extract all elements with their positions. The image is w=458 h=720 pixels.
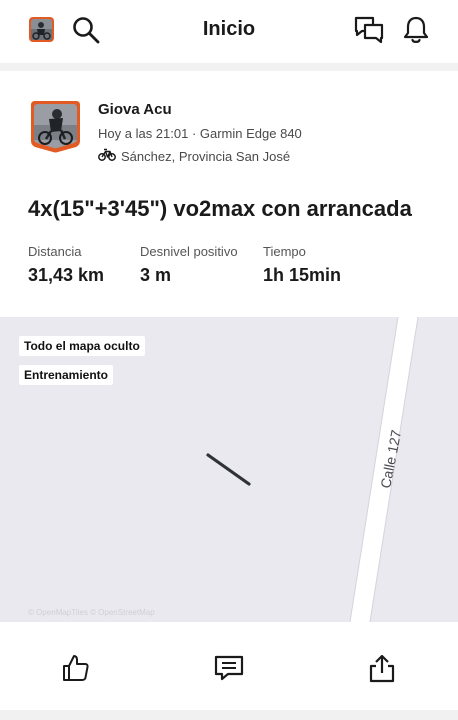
thumbs-up-icon[interactable]	[60, 652, 92, 684]
activity-title[interactable]: 4x(15"+3'45") vo2max con arrancada	[28, 196, 412, 222]
comment-icon[interactable]	[213, 652, 245, 684]
map-hidden-chip: Todo el mapa oculto	[19, 336, 145, 356]
divider	[0, 63, 458, 71]
divider	[0, 710, 458, 720]
map-canvas: Calle 127	[206, 317, 419, 622]
stat-elevation: Desnivel positivo 3 m	[140, 244, 238, 286]
messages-icon[interactable]	[353, 14, 385, 46]
stat-value: 3 m	[140, 265, 172, 285]
top-bar: Inicio	[0, 0, 458, 60]
stat-value: 31,43 km	[28, 265, 105, 285]
stat-label: Tiempo	[263, 244, 306, 259]
bike-icon	[98, 148, 116, 164]
share-icon[interactable]	[366, 652, 398, 684]
action-bar	[0, 622, 458, 710]
stat-distance: Distancia 31,43 km	[28, 244, 104, 286]
activity-location: Sánchez, Provincia San José	[98, 148, 290, 164]
stat-label: Desnivel positivo	[140, 244, 238, 259]
map-attribution: © OpenMapTiles © OpenStreetMap	[28, 608, 155, 617]
route-line	[206, 453, 251, 486]
bell-icon[interactable]	[400, 14, 432, 46]
activity-type-chip: Entrenamiento	[19, 365, 114, 385]
stat-label: Distancia	[28, 244, 82, 259]
author-avatar[interactable]	[31, 101, 80, 153]
activity-meta: Hoy a las 21:01 · Garmin Edge 840	[98, 126, 302, 141]
stat-value: 1h 15min	[263, 265, 342, 285]
activity-map[interactable]: Calle 127 Todo el mapa oculto Entrenamie…	[0, 317, 458, 622]
stat-time: Tiempo 1h 15min	[263, 244, 341, 286]
location-text: Sánchez, Provincia San José	[121, 148, 291, 164]
author-name[interactable]: Giova Acu	[98, 101, 172, 118]
page-title: Inicio	[202, 18, 256, 40]
